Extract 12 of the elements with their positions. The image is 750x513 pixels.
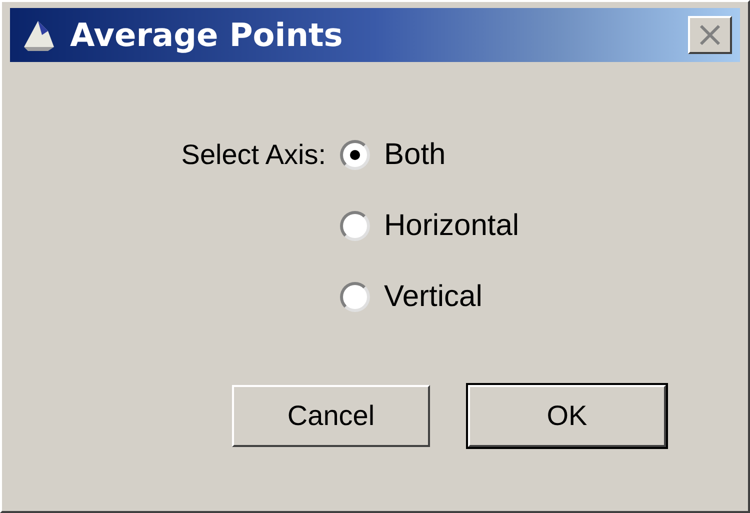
window-title: Average Points <box>70 15 343 56</box>
close-button[interactable] <box>688 16 732 54</box>
radio-button[interactable] <box>340 282 370 312</box>
radio-button[interactable] <box>340 210 370 240</box>
radio-option[interactable]: Vertical <box>340 274 740 319</box>
radio-option[interactable]: Horizontal <box>340 203 740 248</box>
dialog-button[interactable]: OK <box>468 385 666 447</box>
dialog-button[interactable]: Cancel <box>232 385 430 447</box>
axis-label: Select Axis: <box>181 138 326 172</box>
radio-option[interactable]: Both <box>340 132 740 177</box>
close-icon <box>698 24 722 46</box>
radio-button[interactable] <box>340 140 370 170</box>
